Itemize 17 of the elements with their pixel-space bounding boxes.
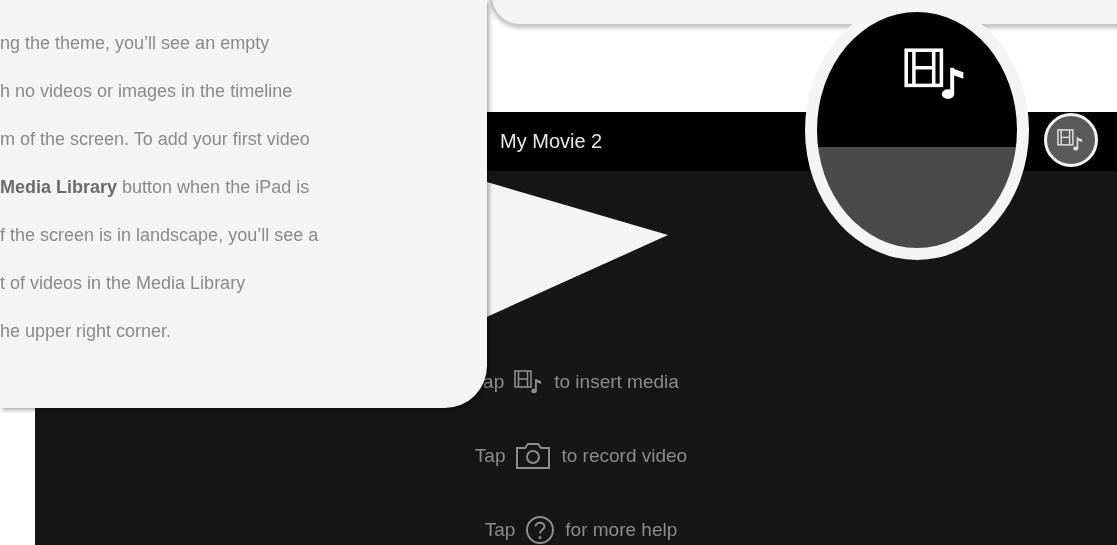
camera-icon [515,442,552,470]
hint-text: to insert media [554,371,679,393]
hint-text: to record video [561,445,688,467]
callout-text: h no videos or images in the timeline [0,80,294,102]
hint-text: ap [483,371,505,393]
callout-text: m of the screen. To add your first video [0,128,311,150]
callout-text: Media Library button when the iPad is [0,176,311,198]
project-title: My Movie 2 [500,130,603,153]
hint-text: Tap [484,519,516,541]
callout-text: he upper right corner. [0,320,173,342]
hint-text: for more help [565,519,678,541]
hint-text: Tap [474,445,506,467]
callout-text: t of videos in the Media Library [0,272,247,294]
help-icon [525,515,556,545]
film-music-icon [1057,128,1085,152]
callout-text: f the screen is in landscape, you’ll see a [0,224,320,246]
callout-text: ng the theme, you’ll see an empty [0,32,271,54]
